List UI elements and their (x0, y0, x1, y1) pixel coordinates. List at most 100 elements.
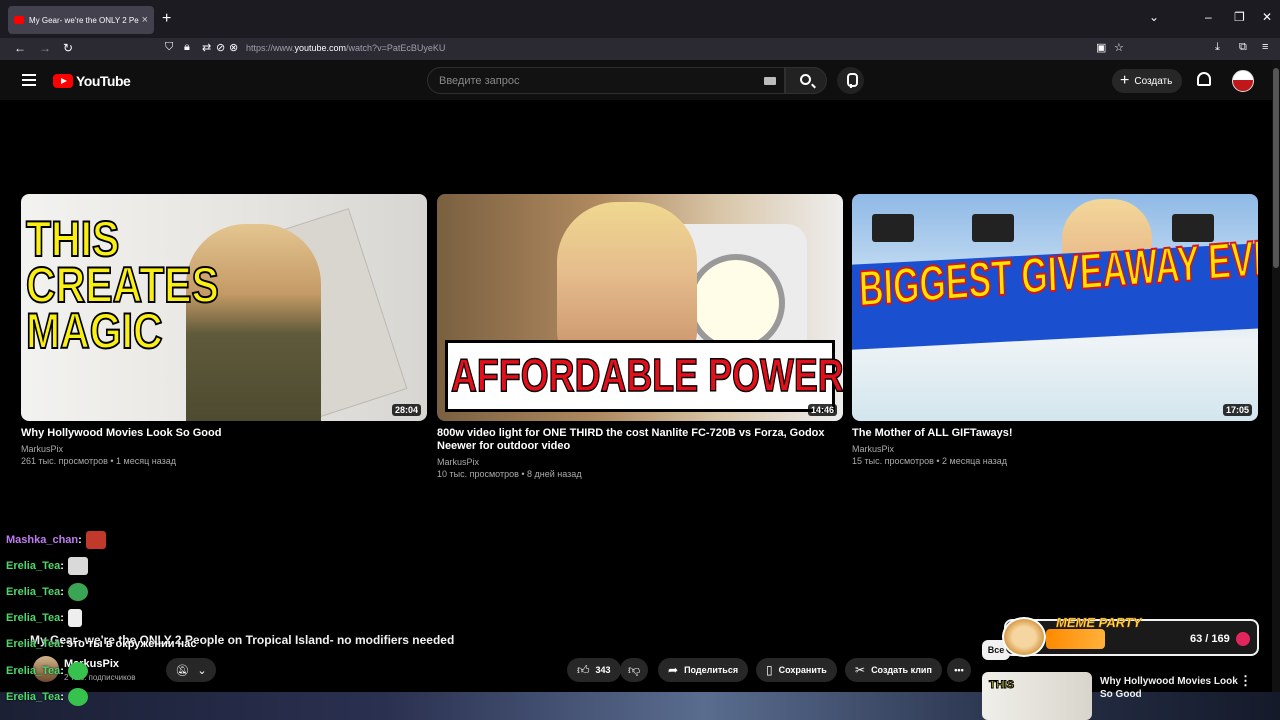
account-avatar[interactable] (1232, 70, 1254, 92)
search-input[interactable] (428, 68, 748, 93)
permissions-icon[interactable]: ⇄ (202, 41, 211, 54)
chat-message: Mashka_chan: (6, 530, 106, 550)
video-channel[interactable]: MarkusPix (852, 443, 1258, 455)
url-bar[interactable]: https://www.youtube.com/watch?v=PatEcBUy… (246, 43, 445, 53)
video-stats: 261 тыс. просмотров • 1 месяц назад (21, 456, 177, 466)
shield-icon[interactable]: ⛉ (165, 41, 173, 54)
end-screen-video-card[interactable]: THIS CREATES MAGIC 28:04 Why Hollywood Mov… (21, 194, 427, 467)
tab-title: My Gear- we're the ONLY 2 People on Trop… (29, 15, 139, 25)
meme-party-widget: MEME PARTY 63 / 169 (1002, 615, 1259, 657)
menu-icon[interactable]: ≡ (1262, 41, 1268, 53)
youtube-logo[interactable]: YouTube (53, 73, 131, 89)
url-domain: youtube.com (294, 43, 347, 53)
create-label: Создать (1134, 75, 1173, 87)
hamburger-menu-icon[interactable] (22, 74, 36, 86)
more-actions-button[interactable]: ••• (947, 658, 971, 682)
lock-icon[interactable]: 🔒︎ (184, 41, 190, 54)
recommended-thumbnail[interactable]: THIS (982, 672, 1092, 720)
chat-username: Erelia_Tea (6, 586, 61, 598)
picture-in-picture-icon[interactable]: ▣ (1096, 41, 1106, 54)
share-button[interactable]: ➦ Поделиться (658, 658, 749, 682)
chat-colon: : (60, 612, 64, 624)
more-icon: ••• (954, 665, 964, 675)
meme-progress-fill (1046, 629, 1105, 649)
thumbnail-camera (972, 214, 1014, 242)
video-title[interactable]: Why Hollywood Movies Look So Good (21, 427, 427, 440)
video-channel[interactable]: MarkusPix (437, 456, 843, 468)
close-window-icon[interactable]: ✕ (1262, 10, 1272, 24)
chat-emote-icon (67, 609, 82, 627)
notification-toggle-button[interactable]: 🔕︎ ⌄ (166, 658, 216, 682)
browser-tab-bar: My Gear- we're the ONLY 2 People on Trop… (0, 0, 1280, 38)
save-button[interactable]: ▯ Сохранить (756, 658, 837, 682)
chat-message-text: это ты в окружении нас (66, 638, 197, 650)
maximize-icon[interactable]: ❐ (1234, 10, 1245, 24)
voice-search-mic-icon[interactable] (837, 67, 864, 94)
video-stats: 15 тыс. просмотров • 2 месяца назад (852, 456, 1008, 466)
extensions-icon[interactable]: ⧉ (1239, 41, 1247, 54)
search-button[interactable] (785, 67, 827, 94)
chevron-down-icon: ⌄ (197, 664, 207, 677)
end-screen-video-card[interactable]: BIGGEST GIVEAWAY EVER! 17:05 The Mother … (852, 194, 1258, 467)
url-prefix: https://www. (246, 43, 295, 53)
chat-colon: : (78, 534, 82, 546)
youtube-favicon-icon (14, 16, 24, 24)
page-scrollbar[interactable] (1272, 60, 1280, 720)
chat-emote-icon (67, 557, 88, 575)
chat-colon: : (60, 560, 64, 572)
new-tab-button[interactable]: + (162, 10, 171, 28)
recommended-thumb-text: THIS (988, 679, 1015, 692)
bookmark-star-icon[interactable]: ☆ (1114, 41, 1124, 54)
chat-username: Erelia_Tea (6, 612, 61, 624)
tab-list-chevron-icon[interactable]: ⌄ (1149, 10, 1159, 24)
camera-blocked-icon[interactable]: ⊘ (216, 41, 225, 54)
more-vert-icon[interactable]: ⋮ (1239, 673, 1252, 689)
end-screen-video-card[interactable]: AFFORDABLE POWER! 14:46 800w video light… (437, 194, 843, 480)
scissors-icon: ✂ (855, 663, 866, 677)
keyboard-icon[interactable] (764, 77, 776, 85)
browser-nav-bar: ← → ↻ ⛉ 🔒︎ ⇄ ⊘ ⊗ https://www.youtube.com… (0, 38, 1280, 60)
chat-message: Erelia_Tea: это ты в окружении нас (6, 634, 196, 654)
bookmark-icon: ▯ (766, 663, 773, 677)
chat-message: Erelia_Tea: (6, 556, 88, 576)
chat-colon: : (60, 665, 64, 677)
notifications-bell-icon[interactable] (1197, 72, 1211, 86)
video-thumbnail[interactable]: THIS CREATES MAGIC 28:04 (21, 194, 427, 421)
video-thumbnail[interactable]: BIGGEST GIVEAWAY EVER! 17:05 (852, 194, 1258, 421)
share-icon: ➦ (668, 663, 679, 677)
chat-username: Erelia_Tea (6, 665, 61, 677)
video-duration: 17:05 (1222, 404, 1252, 416)
bell-off-icon: 🔕︎ (175, 664, 190, 677)
minimize-icon[interactable]: – (1205, 10, 1212, 24)
downloads-icon[interactable]: ⤓ (1215, 41, 1220, 54)
video-title[interactable]: 800w video light for ONE THIRD the cost … (437, 427, 843, 453)
browser-tab[interactable]: My Gear- we're the ONLY 2 People on Trop… (8, 6, 154, 34)
video-thumbnail[interactable]: AFFORDABLE POWER! 14:46 (437, 194, 843, 421)
video-stats: 10 тыс. просмотров • 8 дней назад (437, 469, 582, 479)
chat-emote-icon (67, 662, 88, 680)
chat-message: Erelia_Tea: (6, 608, 82, 628)
video-title[interactable]: The Mother of ALL GIFTaways! (852, 427, 1258, 440)
clip-label: Создать клип (871, 665, 932, 675)
back-icon[interactable]: ← (14, 41, 26, 55)
youtube-play-icon (53, 74, 73, 88)
chat-colon: : (60, 638, 64, 650)
meme-party-label: MEME PARTY (1056, 615, 1142, 631)
thumbs-up-icon: 👍︎ (577, 662, 590, 677)
clip-button[interactable]: ✂ Создать клип (845, 658, 942, 682)
video-channel[interactable]: MarkusPix (21, 443, 427, 455)
reload-icon[interactable]: ↻ (63, 41, 73, 55)
scrollbar-thumb[interactable] (1273, 68, 1279, 268)
tab-close-icon[interactable]: × (142, 14, 148, 26)
chat-username: Erelia_Tea (6, 638, 61, 650)
autoplay-blocked-icon[interactable]: ⊗ (229, 41, 238, 54)
search-icon (800, 74, 811, 85)
thumbnail-person (557, 202, 697, 362)
recommended-video[interactable]: THIS Why Hollywood Movies Look So Good ⋮ (982, 672, 1252, 720)
forward-icon[interactable]: → (39, 41, 51, 55)
like-button[interactable]: 👍︎ 343 (567, 658, 621, 682)
dislike-button[interactable]: 👎︎ (620, 658, 649, 682)
thumbnail-text: THIS CREATES MAGIC (25, 211, 220, 359)
create-button[interactable]: + Создать (1112, 69, 1183, 93)
recommended-title[interactable]: Why Hollywood Movies Look So Good (1100, 675, 1240, 701)
